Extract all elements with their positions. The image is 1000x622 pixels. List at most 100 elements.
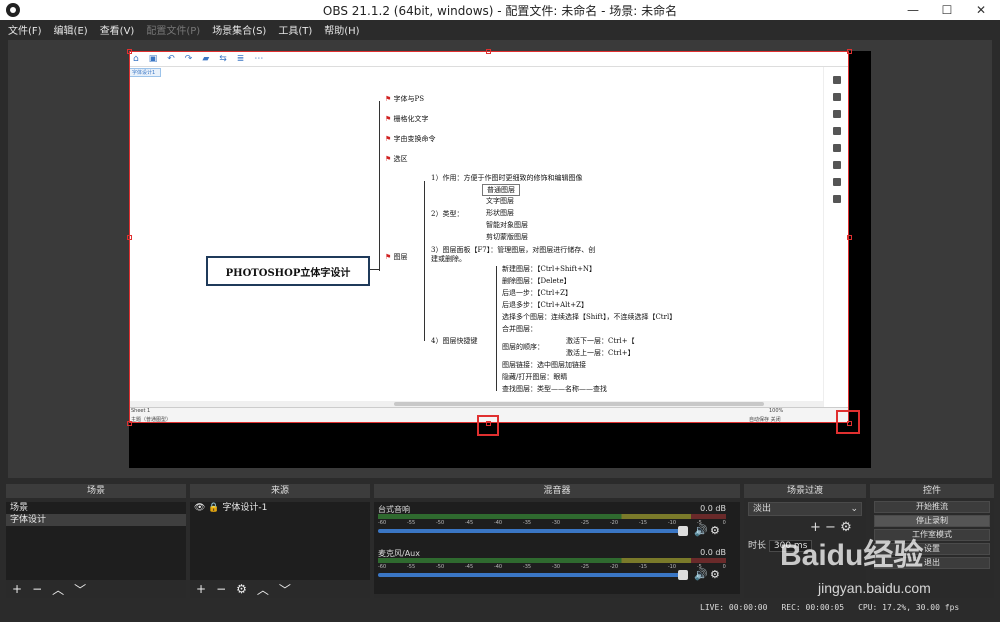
source-item[interactable]: 👁 🔒 字体设计-1 bbox=[190, 502, 370, 514]
mind-map: PHOTOSHOP立体字设计 ⚑ 字体与PS ⚑ 栅格化文字 ⚑ 字由变换命令 … bbox=[129, 51, 849, 423]
status-bar: LIVE: 00:00:00 REC: 00:00:05 CPU: 17.2%,… bbox=[700, 603, 1000, 615]
speaker-icon[interactable]: 🔊 bbox=[694, 524, 708, 537]
menu-help[interactable]: 帮助(H) bbox=[324, 22, 359, 37]
start-streaming-button[interactable]: 开始推流 bbox=[874, 501, 990, 513]
layers-panel-2: 建或删除。 bbox=[431, 255, 466, 263]
volume-knob[interactable] bbox=[678, 570, 688, 580]
close-button[interactable]: ✕ bbox=[964, 0, 998, 20]
mixer-channel-mic: 麦克风/Aux 0.0 dB -60 -55 -50 -45 -40 -35 -30 -25-… bbox=[378, 548, 726, 590]
highlight-marker bbox=[836, 410, 860, 434]
menu-scene-collection[interactable]: 场景集合(S) bbox=[212, 22, 266, 37]
resize-handle[interactable] bbox=[847, 235, 852, 240]
move-down-icon[interactable]: ﹀ bbox=[74, 581, 86, 598]
shortcut-multiselect: 选择多个图层：连续选择【Shift】，不连续选择【Ctrl】 bbox=[502, 313, 677, 321]
shortcut-order: 图层的顺序： bbox=[502, 343, 544, 351]
menu-file[interactable]: 文件(F) bbox=[8, 22, 42, 37]
sources-list[interactable]: 👁 🔒 字体设计-1 bbox=[190, 502, 370, 580]
controls-title: 控件 bbox=[870, 484, 994, 498]
menu-tools[interactable]: 工具(T) bbox=[278, 22, 312, 37]
minimize-button[interactable]: — bbox=[896, 0, 930, 20]
speaker-icon[interactable]: 🔊 bbox=[694, 568, 708, 581]
shortcut-undo-multi: 后退多步：【Ctrl+Alt+Z】 bbox=[502, 301, 588, 309]
transitions-title: 场景过渡 bbox=[744, 484, 866, 498]
scenes-toolbar: + − ︿ ﹀ bbox=[6, 580, 186, 598]
shortcut-delete: 删除图层：【Delete】 bbox=[502, 277, 571, 285]
type-smart: 智能对象图层 bbox=[486, 221, 528, 229]
menu-view[interactable]: 查看(V) bbox=[100, 22, 135, 37]
connector bbox=[496, 266, 497, 391]
maximize-button[interactable]: ☐ bbox=[930, 0, 964, 20]
scenes-list[interactable]: 场景 字体设计 bbox=[6, 502, 186, 580]
zoom-level[interactable]: 100% bbox=[769, 408, 783, 414]
gear-icon[interactable]: ⚙ bbox=[236, 582, 247, 596]
volume-meter bbox=[378, 558, 726, 563]
theme-status: 主题（普通图型） bbox=[131, 417, 172, 423]
resize-handle[interactable] bbox=[847, 49, 852, 54]
layers-purpose: 1）作用：方便于作图时更细致的修饰和编辑图像 bbox=[431, 174, 583, 182]
scenes-dock: 场景 场景 字体设计 + − ︿ ﹀ bbox=[6, 484, 186, 598]
node-fonts-ps: ⚑ 字体与PS bbox=[385, 95, 425, 103]
volume-slider[interactable] bbox=[378, 573, 684, 577]
volume-knob[interactable] bbox=[678, 526, 688, 536]
mixer-channel-desktop: 台式音响 0.0 dB -60 -55 -50 -45 -40 -35 -30 -25 -20-… bbox=[378, 504, 726, 546]
type-normal: 普通图层 bbox=[482, 184, 520, 196]
resize-handle[interactable] bbox=[127, 235, 132, 240]
transition-select[interactable]: 淡出 ⌄ bbox=[748, 502, 862, 516]
volume-slider[interactable] bbox=[378, 529, 684, 533]
scene-item[interactable]: 字体设计 bbox=[6, 514, 186, 526]
move-up-icon[interactable]: ︿ bbox=[52, 581, 64, 598]
meter-scale: -60 -55 -50 -45 -40 -35 -30 -25 -20 -15 -10 -5 0 bbox=[378, 564, 726, 570]
sheet-tab[interactable]: Sheet 1 bbox=[131, 408, 150, 414]
shortcut-new: 新建图层：【Ctrl+Shift+N】 bbox=[502, 265, 597, 273]
mind-root-node: PHOTOSHOP立体字设计 bbox=[206, 256, 370, 286]
eye-icon[interactable]: 👁 bbox=[194, 503, 208, 513]
live-time: LIVE: 00:00:00 bbox=[700, 603, 768, 612]
lock-icon[interactable]: 🔒 bbox=[208, 503, 222, 513]
move-down-icon[interactable]: ﹀ bbox=[279, 581, 291, 598]
shortcut-next: 激活下一层：Ctrl+【 bbox=[566, 337, 635, 345]
shortcut-undo: 后退一步：【Ctrl+Z】 bbox=[502, 289, 572, 297]
scenes-title: 场景 bbox=[6, 484, 186, 498]
scene-item[interactable]: 场景 bbox=[6, 502, 186, 514]
channel-db: 0.0 dB bbox=[700, 504, 726, 513]
add-icon[interactable]: + bbox=[12, 582, 22, 596]
menu-bar: 文件(F) 编辑(E) 查看(V) 配置文件(P) 场景集合(S) 工具(T) … bbox=[0, 20, 1000, 38]
remove-icon[interactable]: − bbox=[216, 582, 226, 596]
meter-scale: -60 -55 -50 -45 -40 -35 -30 -25 -20 -15 -10 -5 0 bbox=[378, 520, 726, 526]
highlight-marker bbox=[477, 415, 499, 436]
mixer-dock: 混音器 台式音响 0.0 dB -60 -55 -50 -45 -40 -35 -30 -25… bbox=[374, 484, 740, 598]
menu-profile[interactable]: 配置文件(P) bbox=[146, 22, 200, 37]
stop-recording-button[interactable]: 停止录制 bbox=[874, 515, 990, 527]
menu-edit[interactable]: 编辑(E) bbox=[54, 22, 88, 37]
gear-icon[interactable]: ⚙ bbox=[710, 524, 720, 537]
obs-logo-icon bbox=[6, 3, 20, 17]
connector bbox=[379, 101, 380, 271]
shortcut-hide: 隐藏/打开图层：眼睛 bbox=[502, 373, 568, 381]
add-icon[interactable]: + bbox=[196, 582, 206, 596]
node-rasterize: ⚑ 栅格化文字 bbox=[385, 115, 429, 123]
gear-icon[interactable]: ⚙ bbox=[710, 568, 720, 581]
window-title: OBS 21.1.2 (64bit, windows) - 配置文件: 未命名 … bbox=[322, 3, 678, 18]
resize-handle[interactable] bbox=[127, 49, 132, 54]
resize-handle[interactable] bbox=[127, 421, 132, 426]
remove-icon[interactable]: − bbox=[32, 582, 42, 596]
layers-types: 2）类型： bbox=[431, 210, 464, 218]
sources-title: 来源 bbox=[190, 484, 370, 498]
move-up-icon[interactable]: ︿ bbox=[257, 581, 269, 598]
node-selection: ⚑ 选区 bbox=[385, 155, 408, 163]
shortcut-prev: 激活上一层：Ctrl+】 bbox=[566, 349, 635, 357]
type-clip: 剪切蒙版图层 bbox=[486, 233, 528, 241]
sources-toolbar: + − ⚙ ︿ ﹀ bbox=[190, 580, 370, 598]
channel-db: 0.0 dB bbox=[700, 548, 726, 557]
shortcut-find: 查找图层：类型——名称——查找 bbox=[502, 385, 607, 393]
type-text: 文字图层 bbox=[486, 197, 514, 205]
connector bbox=[424, 181, 425, 341]
scroll-thumb[interactable] bbox=[394, 402, 764, 406]
watermark-logo: Baidu经验 bbox=[780, 539, 924, 572]
rec-time: REC: 00:00:05 bbox=[781, 603, 845, 612]
node-transform: ⚑ 字由变换命令 bbox=[385, 135, 436, 143]
chevron-down-icon: ⌄ bbox=[850, 504, 858, 514]
window-capture-source[interactable]: ⌂ ▣ ↶ ↷ ▰ ⇆ ≣ ⋯ 字体设计1 PHOTOSHOP立体字设计 ⚑ 字体与PS ⚑ … bbox=[129, 51, 849, 423]
shortcut-merge: 合并图层： bbox=[502, 325, 537, 333]
resize-handle[interactable] bbox=[486, 49, 491, 54]
